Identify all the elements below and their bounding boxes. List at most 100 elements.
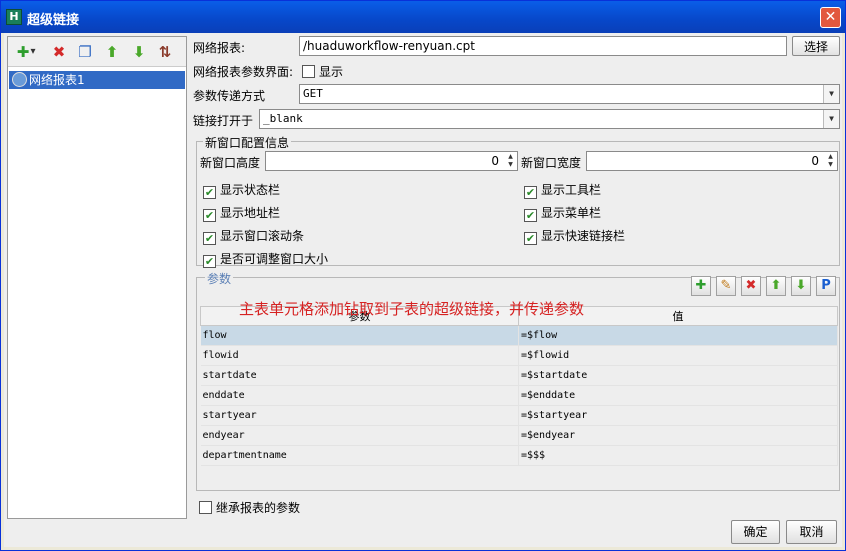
option-label: 显示工具栏 (541, 183, 602, 197)
option-checkbox[interactable]: ✔ 显示工具栏 (524, 181, 601, 199)
window-height-value: 0 (491, 154, 499, 168)
dialog-content: ✚ ▾ ✖ ❐ ⬆ ⬇ ⇅ 网络报表1 网络报表: /huaduworkflow… (4, 33, 842, 547)
checkbox-checked-icon: ✔ (524, 186, 537, 199)
ok-button[interactable]: 确定 (731, 520, 780, 544)
cancel-button[interactable]: 取消 (786, 520, 837, 544)
option-checkbox[interactable]: ✔ 显示窗口滚动条 (203, 227, 304, 245)
option-label: 显示地址栏 (220, 206, 281, 220)
param-value-cell[interactable]: =$enddate (518, 385, 838, 406)
method-select[interactable]: GET ▼ (299, 84, 840, 104)
window-title: 超级链接 (27, 13, 80, 28)
chevron-down-icon[interactable]: ▼ (823, 85, 839, 103)
param-ui-label: 网络报表参数界面: (193, 65, 294, 79)
move-down-icon[interactable]: ⬇ (130, 43, 148, 61)
option-checkbox[interactable]: ✔ 显示快速链接栏 (524, 227, 625, 245)
target-select[interactable]: _blank ▼ (259, 109, 840, 129)
move-up-param-icon[interactable]: ⬆ (766, 276, 786, 296)
option-label: 显示窗口滚动条 (220, 229, 305, 243)
hyperlink-dialog: H 超级链接 ✕ ✚ ▾ ✖ ❐ ⬆ ⬇ ⇅ 网络报表1 网络报表: /huad… (0, 0, 846, 551)
app-logo-icon: H (6, 9, 22, 25)
link-list-pane: ✚ ▾ ✖ ❐ ⬆ ⬇ ⇅ 网络报表1 (7, 36, 187, 519)
param-name-cell[interactable]: startyear (200, 405, 519, 426)
params-title: 参数 (205, 270, 234, 287)
param-value-cell[interactable]: =$startyear (518, 405, 838, 426)
option-label: 显示菜单栏 (541, 206, 602, 220)
report-path-field[interactable]: /huaduworkflow-renyuan.cpt (299, 36, 787, 56)
option-checkbox[interactable]: ✔ 显示地址栏 (203, 204, 280, 222)
checkbox-unchecked-icon (199, 501, 212, 514)
delete-param-icon[interactable]: ✖ (741, 276, 761, 296)
table-row[interactable]: enddate =$enddate (200, 385, 838, 406)
report-label: 网络报表: (193, 41, 246, 55)
add-param-icon[interactable]: ✚ (691, 276, 711, 296)
option-checkbox[interactable]: ✔ 显示状态栏 (203, 181, 280, 199)
table-row[interactable]: flowid =$flowid (200, 345, 838, 366)
web-report-icon (12, 72, 27, 87)
window-width-spinner[interactable]: 0 ▲ ▼ (586, 151, 838, 171)
move-down-param-icon[interactable]: ⬇ (791, 276, 811, 296)
param-name-cell[interactable]: flowid (200, 345, 519, 366)
link-list-toolbar: ✚ ▾ ✖ ❐ ⬆ ⬇ ⇅ (8, 37, 186, 67)
checkbox-unchecked-icon (302, 65, 315, 78)
method-select-value: GET (303, 87, 323, 100)
checkbox-checked-icon: ✔ (524, 209, 537, 222)
annotation-text: 主表单元格添加钻取到子表的超级链接，并传递参数 (239, 300, 585, 318)
method-label: 参数传递方式 (193, 89, 266, 103)
param-name-cell[interactable]: flow (200, 325, 519, 346)
table-row[interactable]: flow =$flow (200, 325, 838, 346)
delete-icon[interactable]: ✖ (50, 43, 68, 61)
inherit-params-checkbox[interactable]: 继承报表的参数 (199, 499, 300, 516)
params-table: 参数 值 flow =$flow flowid =$flowid startdate =$… (200, 306, 838, 466)
chevron-down-icon[interactable]: ▼ (823, 110, 839, 128)
option-checkbox[interactable]: ✔ 是否可调整窗口大小 (203, 250, 328, 268)
checkbox-checked-icon: ✔ (203, 209, 216, 222)
param-p-icon[interactable]: P (816, 276, 836, 296)
option-label: 显示状态栏 (220, 183, 281, 197)
choose-button[interactable]: 选择 (792, 36, 840, 56)
param-name-cell[interactable]: departmentname (200, 445, 519, 466)
param-value-cell[interactable]: =$flowid (518, 345, 838, 366)
table-row[interactable]: departmentname =$$$ (200, 445, 838, 466)
table-row[interactable]: startdate =$startdate (200, 365, 838, 386)
param-value-cell[interactable]: =$endyear (518, 425, 838, 446)
checkbox-checked-icon: ✔ (203, 186, 216, 199)
window-height-label: 新窗口高度 (200, 156, 261, 170)
param-ui-checkbox-label: 显示 (319, 65, 344, 79)
window-width-label: 新窗口宽度 (521, 156, 582, 170)
link-settings-pane: 网络报表: /huaduworkflow-renyuan.cpt 选择 网络报表… (190, 33, 840, 519)
tree-item-label: 网络报表1 (29, 73, 85, 87)
window-width-value: 0 (811, 154, 819, 168)
param-value-cell[interactable]: =$$$ (518, 445, 838, 466)
title-bar[interactable]: H 超级链接 ✕ (1, 1, 845, 33)
table-row[interactable]: startyear =$startyear (200, 405, 838, 426)
option-label: 是否可调整窗口大小 (220, 252, 329, 266)
spinner-arrows-icon[interactable]: ▲ ▼ (505, 153, 516, 169)
dropdown-caret-icon[interactable]: ▾ (28, 43, 38, 61)
param-value-cell[interactable]: =$startdate (518, 365, 838, 386)
edit-param-icon[interactable]: ✎ (716, 276, 736, 296)
param-name-cell[interactable]: enddate (200, 385, 519, 406)
option-label: 显示快速链接栏 (541, 229, 626, 243)
table-row[interactable]: endyear =$endyear (200, 425, 838, 446)
new-window-groupbox: 新窗口配置信息 新窗口高度 0 ▲ ▼ 新窗口宽度 0 ▲ ▼ ✔ 显示状态栏 ✔ 显示地… (196, 134, 840, 268)
target-label: 链接打开于 (193, 114, 254, 128)
param-ui-checkbox[interactable]: 显示 (302, 63, 343, 80)
target-select-value: _blank (263, 112, 303, 125)
checkbox-checked-icon: ✔ (203, 255, 216, 268)
param-value-cell[interactable]: =$flow (518, 325, 838, 346)
spinner-arrows-icon[interactable]: ▲ ▼ (825, 153, 836, 169)
inherit-params-label: 继承报表的参数 (216, 501, 301, 515)
checkbox-checked-icon: ✔ (203, 232, 216, 245)
copy-icon[interactable]: ❐ (76, 43, 94, 61)
option-checkbox[interactable]: ✔ 显示菜单栏 (524, 204, 601, 222)
param-name-cell[interactable]: startdate (200, 365, 519, 386)
window-height-spinner[interactable]: 0 ▲ ▼ (265, 151, 518, 171)
params-groupbox: 参数 ✚ ✎ ✖ ⬆ ⬇ P 参数 值 flow =$flow flowid =$flowid s… (196, 270, 840, 491)
sort-icon[interactable]: ⇅ (156, 43, 174, 61)
new-window-title: 新窗口配置信息 (203, 134, 292, 151)
tree-item-web-report[interactable]: 网络报表1 (9, 71, 185, 89)
checkbox-checked-icon: ✔ (524, 232, 537, 245)
close-button[interactable]: ✕ (820, 7, 841, 28)
move-up-icon[interactable]: ⬆ (103, 43, 121, 61)
param-name-cell[interactable]: endyear (200, 425, 519, 446)
